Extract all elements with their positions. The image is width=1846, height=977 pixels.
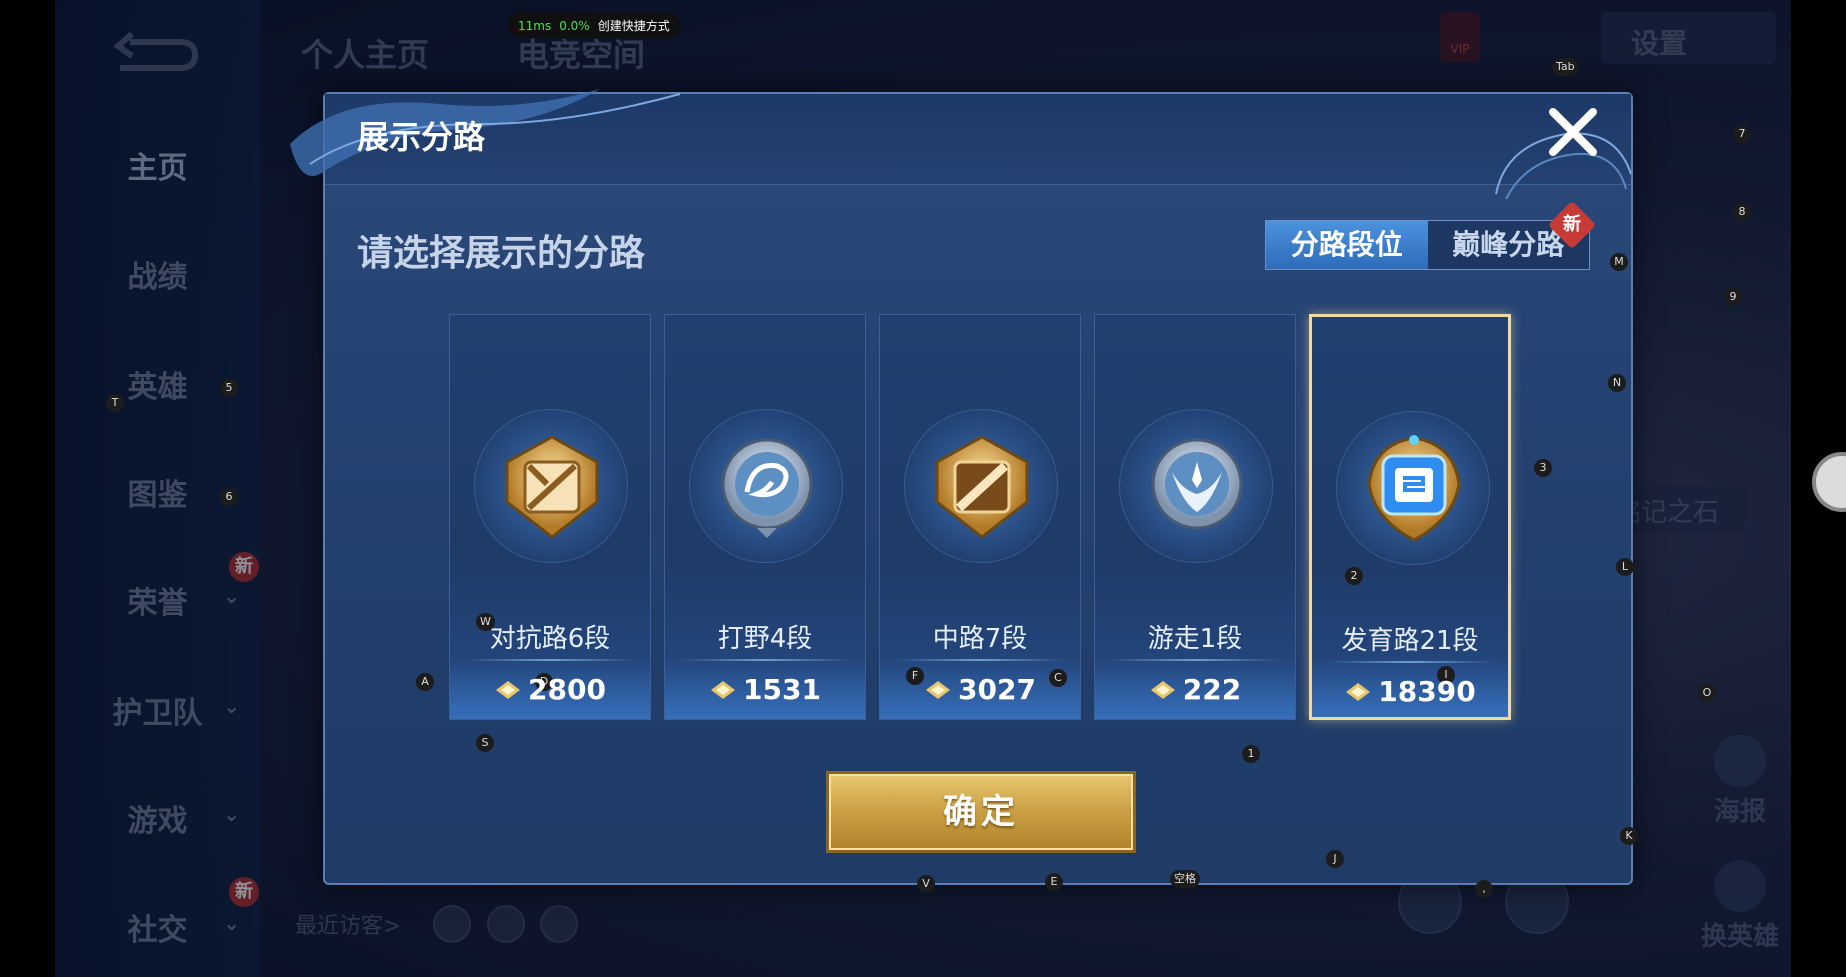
sidebar-item-social[interactable]: 社交 ⌄ <box>55 905 260 949</box>
recent-visitors-link[interactable]: 最近访客> <box>295 908 401 940</box>
tab-lane-rank[interactable]: 分路段位 <box>1266 221 1428 269</box>
settings-button[interactable]: 设置 <box>1601 12 1776 64</box>
key-hint: O <box>1698 684 1716 702</box>
lane-card-clash[interactable]: 对抗路6段 2800 <box>449 314 651 720</box>
new-badge: 新 <box>229 552 259 582</box>
key-hint: Tab <box>1552 58 1579 76</box>
key-hint: S <box>476 734 494 752</box>
lane-display-dialog: 展示分路 请选择展示的分路 分路段位 巅峰分路 新 对抗路6段 2800 打野4… <box>290 89 1633 885</box>
key-hint: W <box>476 613 495 631</box>
floating-assist-button[interactable] <box>1812 452 1846 512</box>
emblem-frame <box>474 409 628 563</box>
divider <box>894 659 1066 661</box>
close-button[interactable] <box>1545 104 1601 160</box>
farm-lane-gold-blue-emblem-icon <box>1367 435 1461 542</box>
avatar[interactable] <box>540 905 578 943</box>
key-hint: M <box>1610 253 1628 271</box>
rank-points-icon <box>1150 681 1175 699</box>
rank-name: 中路7段 <box>932 624 1028 654</box>
chevron-down-icon: ⌄ <box>223 911 240 935</box>
rank-name: 打野4段 <box>717 624 813 654</box>
sidebar-item-record[interactable]: 战绩 <box>55 252 260 296</box>
lane-mode-toggle: 分路段位 巅峰分路 <box>1265 220 1590 270</box>
rank-name: 发育路21段 <box>1341 626 1479 656</box>
score: 222 <box>1095 673 1295 706</box>
lane-card-mid[interactable]: 中路7段 3027 <box>879 314 1081 720</box>
key-hint: 8 <box>1733 203 1751 221</box>
emblem-frame <box>904 409 1058 563</box>
lane-card-farm[interactable]: 发育路21段 18390 <box>1309 314 1511 720</box>
key-hint: K <box>1620 827 1638 845</box>
avatar[interactable] <box>487 905 525 943</box>
emblem-frame <box>689 409 843 563</box>
back-button[interactable] <box>110 30 200 75</box>
game-screen: 主页 战绩 英雄 图鉴⌄ 荣誉⌄ 新 护卫队⌄ 游戏⌄ 社交⌄ 新 个人主页 电… <box>55 0 1791 977</box>
key-hint: T <box>106 394 124 412</box>
jungle-silver-dragon-emblem-icon <box>721 438 813 538</box>
key-hint: 2 <box>1345 567 1363 585</box>
emblem-frame <box>1119 409 1273 563</box>
shortcut-link[interactable]: 创建快捷方式 <box>598 19 670 33</box>
score: 18390 <box>1312 675 1508 708</box>
key-hint: 3 <box>1534 459 1552 477</box>
key-hint: 1 <box>1242 745 1260 763</box>
back-arrow-icon <box>113 31 199 71</box>
chevron-down-icon: ⌄ <box>223 802 240 826</box>
score: 1531 <box>665 673 865 706</box>
key-hint: A <box>416 673 434 691</box>
sidebar-item-guard[interactable]: 护卫队 ⌄ <box>55 688 260 732</box>
key-hint: 7 <box>1733 125 1751 143</box>
key-hint: N <box>1608 374 1626 392</box>
roam-silver-wing-emblem-icon <box>1151 438 1243 530</box>
confirm-button[interactable]: 确定 <box>829 774 1133 850</box>
rank-points-icon <box>496 681 521 699</box>
divider <box>1326 661 1494 663</box>
perf-overlay: 11ms 0.0% 创建快捷方式 <box>508 12 680 38</box>
new-badge: 新 <box>1547 200 1597 250</box>
key-hint: 5 <box>220 379 238 397</box>
key-hint: L <box>1616 558 1634 576</box>
poster-button[interactable]: 海报 <box>1695 735 1785 828</box>
score: 2800 <box>450 673 650 706</box>
chevron-down-icon: ⌄ <box>223 694 240 718</box>
sidebar-item-honor[interactable]: 荣誉 ⌄ <box>55 578 260 622</box>
close-icon <box>1549 108 1597 156</box>
lane-card-roam[interactable]: 游走1段 222 <box>1094 314 1296 720</box>
rank-name: 游走1段 <box>1147 624 1243 654</box>
switch-hero-icon <box>1714 860 1766 912</box>
divider <box>679 659 851 661</box>
divider <box>1109 659 1281 661</box>
poster-icon <box>1714 735 1766 787</box>
key-hint: J <box>1326 850 1344 868</box>
cloud-ornament-icon <box>290 89 681 176</box>
new-badge: 新 <box>229 877 259 907</box>
key-hint: V <box>917 875 935 893</box>
chevron-down-icon: ⌄ <box>223 584 240 608</box>
select-prompt: 请选择展示的分路 <box>357 233 646 274</box>
divider <box>464 659 636 661</box>
sidebar-item-home[interactable]: 主页 <box>55 143 260 187</box>
lane-card-jungle[interactable]: 打野4段 1531 <box>664 314 866 720</box>
sidebar-item-game[interactable]: 游戏 ⌄ <box>55 796 260 840</box>
mid-lane-gold-emblem-icon <box>935 435 1029 539</box>
key-hint: 空格 <box>1170 870 1200 888</box>
key-hint: 6 <box>220 488 238 506</box>
vip-badge[interactable]: VIP <box>1440 12 1480 62</box>
clash-lane-gold-emblem-icon <box>505 435 599 539</box>
avatar[interactable] <box>433 905 471 943</box>
dialog-title: 展示分路 <box>357 118 486 156</box>
rank-points-icon <box>926 681 951 699</box>
rank-points-icon <box>711 681 736 699</box>
key-hint: , <box>1475 880 1493 898</box>
lane-card-list: 对抗路6段 2800 打野4段 1531 中路7段 3027 游走1段 222 … <box>449 314 1511 722</box>
key-hint: E <box>1045 873 1063 891</box>
rank-points-icon <box>1346 683 1371 701</box>
score: 3027 <box>880 673 1080 706</box>
switch-hero-button[interactable]: 换英雄 <box>1685 860 1791 953</box>
emblem-frame <box>1336 411 1490 565</box>
key-hint: 9 <box>1724 288 1742 306</box>
tab-profile[interactable]: 个人主页 <box>301 30 429 76</box>
